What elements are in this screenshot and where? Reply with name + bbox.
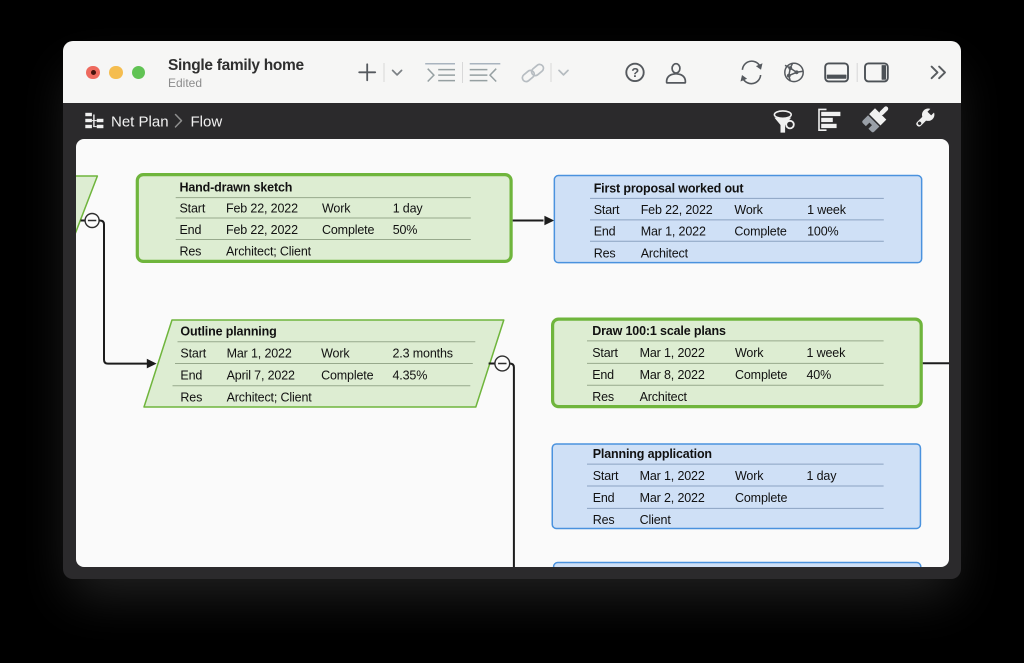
svg-text:Work: Work — [735, 469, 764, 483]
svg-text:Complete: Complete — [322, 223, 374, 237]
svg-text:Res: Res — [592, 390, 614, 404]
svg-text:End: End — [593, 491, 615, 505]
svg-text:Mar 2, 2022: Mar 2, 2022 — [640, 491, 705, 505]
svg-text:40%: 40% — [807, 368, 832, 382]
svg-text:First proposal worked out: First proposal worked out — [594, 181, 745, 195]
svg-text:Complete: Complete — [735, 491, 787, 505]
svg-text:1 week: 1 week — [807, 346, 847, 360]
svg-text:Res: Res — [180, 390, 202, 404]
svg-text:Feb 22, 2022: Feb 22, 2022 — [226, 201, 298, 215]
svg-text:50%: 50% — [393, 223, 418, 237]
svg-text:End: End — [594, 224, 616, 238]
svg-text:Planning application: Planning application — [593, 447, 712, 461]
svg-text:Work: Work — [734, 203, 763, 217]
svg-text:Architect: Architect — [640, 390, 688, 404]
svg-text:Feb 22, 2022: Feb 22, 2022 — [226, 223, 298, 237]
svg-text:Work: Work — [735, 346, 764, 360]
svg-text:2.3 months: 2.3 months — [393, 346, 453, 360]
svg-text:Mar 1, 2022: Mar 1, 2022 — [641, 224, 706, 238]
svg-text:Start: Start — [592, 346, 618, 360]
svg-text:1 day: 1 day — [807, 469, 838, 483]
svg-text:End: End — [180, 368, 202, 382]
svg-text:Net Plan: Net Plan — [111, 114, 169, 131]
svg-text:Feb 22, 2022: Feb 22, 2022 — [641, 203, 713, 217]
svg-text:Hand-drawn sketch: Hand-drawn sketch — [180, 180, 293, 194]
svg-text:Mar 1, 2022: Mar 1, 2022 — [640, 469, 705, 483]
svg-text:Architect: Architect — [641, 246, 689, 260]
svg-text:Mar 1, 2022: Mar 1, 2022 — [640, 346, 705, 360]
svg-text:1 week: 1 week — [807, 203, 847, 217]
svg-text:Start: Start — [594, 203, 620, 217]
svg-text:Start: Start — [180, 346, 206, 360]
svg-text:Res: Res — [594, 246, 616, 260]
svg-text:Start: Start — [180, 201, 206, 215]
svg-text:End: End — [180, 223, 202, 237]
svg-text:Architect; Client: Architect; Client — [227, 390, 313, 404]
svg-text:Outline planning: Outline planning — [180, 324, 276, 338]
svg-text:100%: 100% — [807, 224, 838, 238]
svg-text:Architect; Client: Architect; Client — [226, 244, 312, 258]
svg-text:Complete: Complete — [735, 368, 787, 382]
svg-text:Res: Res — [593, 513, 615, 527]
svg-text:Mar 8, 2022: Mar 8, 2022 — [640, 368, 705, 382]
svg-text:Complete: Complete — [321, 368, 373, 382]
svg-text:Work: Work — [321, 346, 350, 360]
svg-text:Work: Work — [322, 201, 351, 215]
svg-text:Mar 1, 2022: Mar 1, 2022 — [227, 346, 292, 360]
svg-text:Client: Client — [640, 513, 672, 527]
svg-text:End: End — [592, 368, 614, 382]
svg-text:Draw 100:1 scale plans: Draw 100:1 scale plans — [592, 324, 726, 338]
svg-text:4.35%: 4.35% — [393, 368, 428, 382]
svg-text:April 7, 2022: April 7, 2022 — [227, 368, 295, 382]
svg-text:1 day: 1 day — [393, 201, 424, 215]
svg-text:Flow: Flow — [191, 114, 223, 131]
svg-text:Complete: Complete — [734, 224, 786, 238]
svg-text:Start: Start — [593, 469, 619, 483]
svg-text:?: ? — [631, 65, 639, 80]
svg-text:Res: Res — [180, 244, 202, 258]
